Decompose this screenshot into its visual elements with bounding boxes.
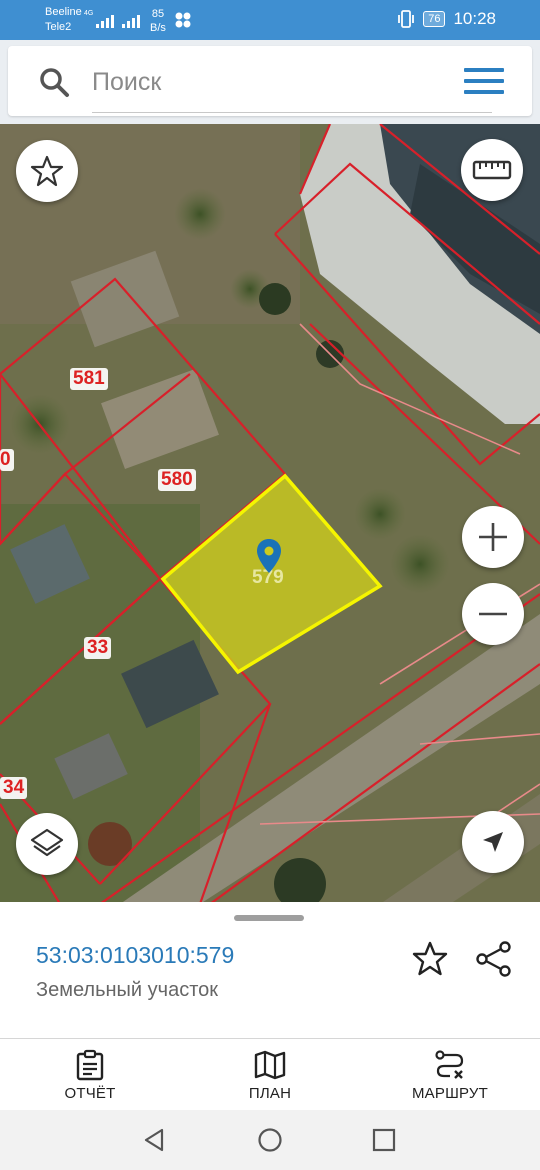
tree xyxy=(259,283,291,315)
status-bar: Beeline Tele2 4G 85 B/s 76 10:28 xyxy=(0,0,540,40)
speed-unit: B/s xyxy=(150,22,166,34)
search-underline xyxy=(92,112,492,113)
parcel-label[interactable]: 0 xyxy=(0,449,14,471)
network-speed: 85 B/s xyxy=(150,7,166,35)
carrier-names: Beeline Tele2 xyxy=(45,5,82,35)
route-button[interactable]: МАРШРУТ xyxy=(360,1039,540,1110)
search-icon[interactable] xyxy=(38,66,70,98)
my-location-button[interactable] xyxy=(462,811,524,873)
signal-icon: 4G xyxy=(84,10,115,28)
sheet-drag-handle[interactable] xyxy=(234,915,304,921)
tree xyxy=(390,534,450,594)
report-label: ОТЧЁТ xyxy=(64,1085,116,1102)
search-bar xyxy=(0,40,540,124)
object-info-sheet[interactable]: 53:03:0103010:579 Земельный участок xyxy=(0,902,540,1038)
location-pin-icon xyxy=(257,539,281,573)
parcel-label[interactable]: 581 xyxy=(70,368,108,390)
layers-button[interactable] xyxy=(16,813,78,875)
share-icon[interactable] xyxy=(474,939,514,979)
parcel-label[interactable]: 580 xyxy=(158,469,196,491)
carrier-1: Beeline xyxy=(45,6,82,18)
layers-icon xyxy=(30,828,64,857)
tree xyxy=(174,188,226,240)
zoom-in-icon xyxy=(479,523,507,551)
location-arrow-icon xyxy=(483,832,503,852)
route-label: МАРШРУТ xyxy=(411,1085,489,1102)
bottom-action-bar: ОТЧЁТ ПЛАН МАРШРУТ xyxy=(0,1038,540,1110)
parcel-label[interactable]: 33 xyxy=(84,637,112,659)
report-button[interactable]: ОТЧЁТ xyxy=(0,1039,180,1110)
back-icon[interactable] xyxy=(140,1126,168,1154)
speed-value: 85 xyxy=(151,8,165,20)
recents-icon[interactable] xyxy=(370,1126,398,1154)
carrier-2: Tele2 xyxy=(45,21,72,33)
zoom-out-button[interactable] xyxy=(462,583,524,645)
tree xyxy=(354,488,406,540)
zoom-out-icon xyxy=(479,612,507,616)
plan-button[interactable]: ПЛАН xyxy=(180,1039,360,1110)
clock: 10:28 xyxy=(453,9,496,28)
favorite-map-button[interactable] xyxy=(16,140,78,202)
plan-label: ПЛАН xyxy=(248,1085,292,1102)
tree xyxy=(88,822,132,866)
star-icon[interactable] xyxy=(410,939,450,979)
search-card xyxy=(8,46,532,116)
object-type: Земельный участок xyxy=(36,979,219,1001)
signal-icon xyxy=(122,10,140,28)
battery-icon: 76 xyxy=(423,11,446,27)
search-input[interactable] xyxy=(92,62,452,102)
report-clipboard-icon xyxy=(76,1049,104,1081)
map-plan-icon xyxy=(254,1050,286,1080)
zoom-in-button[interactable] xyxy=(462,506,524,568)
satellite-map xyxy=(0,124,540,904)
home-icon[interactable] xyxy=(256,1126,284,1154)
cadastral-number[interactable]: 53:03:0103010:579 xyxy=(36,942,234,969)
data-dots-icon xyxy=(175,12,191,28)
network-type: 4G xyxy=(84,10,94,17)
ruler-icon xyxy=(472,160,512,180)
map-view[interactable]: 581 580 579 33 34 0 xyxy=(0,124,540,904)
vibrate-icon xyxy=(398,10,415,28)
status-right: 76 10:28 xyxy=(397,9,496,29)
menu-icon[interactable] xyxy=(464,68,504,96)
ruler-button[interactable] xyxy=(461,139,523,201)
route-icon xyxy=(435,1050,464,1079)
star-icon xyxy=(30,155,64,187)
system-navigation-bar xyxy=(0,1110,540,1170)
parcel-label[interactable]: 34 xyxy=(0,777,28,799)
